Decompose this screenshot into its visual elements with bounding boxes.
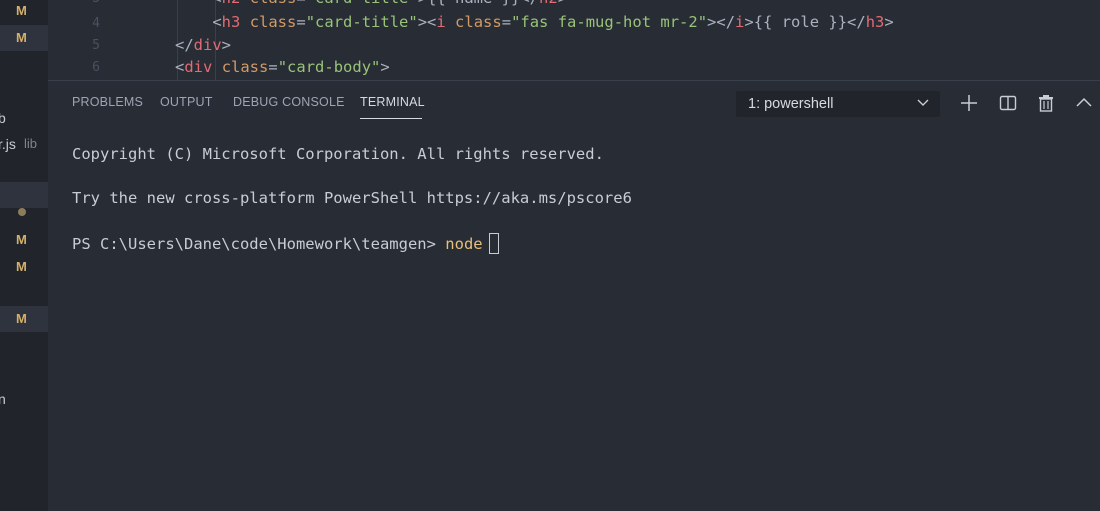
- code-token: "card-title": [306, 0, 418, 7]
- tab-debug-console[interactable]: DEBUG CONSOLE: [233, 95, 345, 109]
- code-token: class: [250, 0, 297, 7]
- tab-problems[interactable]: PROBLEMS: [72, 95, 143, 109]
- code-token: ><: [417, 13, 437, 31]
- modified-badge: M: [16, 232, 27, 247]
- code-line: </div>: [175, 36, 231, 54]
- terminal-line: Try the new cross-platform PowerShell ht…: [72, 189, 632, 207]
- code-token: ></: [707, 13, 736, 31]
- code-token: i: [735, 13, 745, 31]
- explorer-item-selected[interactable]: M: [0, 25, 48, 51]
- code-token: "card-body": [277, 58, 381, 76]
- code-token: <: [175, 58, 185, 76]
- terminal-selector-value: 1: powershell: [748, 96, 834, 112]
- code-token: "fas fa-mug-hot mr-2": [511, 13, 708, 31]
- bottom-panel: PROBLEMS OUTPUT DEBUG CONSOLE TERMINAL 1…: [48, 80, 1100, 511]
- code-token: i: [436, 13, 446, 31]
- code-line: <div class="card-body">: [175, 58, 390, 76]
- explorer-item[interactable]: M: [0, 254, 48, 280]
- folder-hint: lib: [24, 136, 38, 151]
- modified-badge: M: [16, 30, 27, 45]
- terminal-cursor: [488, 233, 499, 254]
- file-name: r.js: [0, 136, 16, 152]
- code-line: <h2 class="card-title">{{ name }}</h2>: [175, 0, 567, 7]
- terminal-command: node: [445, 235, 483, 253]
- explorer-item[interactable]: M: [0, 227, 48, 253]
- code-token: </: [175, 36, 194, 54]
- active-tab-indicator: [360, 118, 422, 119]
- code-token: =: [296, 13, 306, 31]
- explorer-item[interactable]: b: [0, 105, 48, 131]
- explorer-sidebar: M M b r.js lib M M M n: [0, 0, 48, 491]
- code-line: <h3 class="card-title"><i class="fas fa-…: [175, 13, 894, 31]
- chevron-down-icon: [917, 99, 929, 106]
- tab-terminal[interactable]: TERMINAL: [360, 95, 425, 109]
- code-token: h3: [221, 13, 241, 31]
- code-token: >{{: [418, 0, 455, 7]
- sidebar-footer: [0, 491, 48, 511]
- code-token: h2: [539, 0, 558, 7]
- code-token: <: [212, 0, 221, 7]
- terminal-prompt: PS C:\Users\Dane\code\Homework\teamgen>: [72, 235, 446, 253]
- terminal-prompt-line: PS C:\Users\Dane\code\Homework\teamgen> …: [72, 233, 499, 254]
- code-token: }}</: [492, 0, 539, 7]
- explorer-item[interactable]: M: [0, 0, 48, 24]
- file-name: n: [0, 391, 6, 407]
- trash-icon[interactable]: [1036, 93, 1056, 113]
- code-token: >: [380, 58, 390, 76]
- code-token: <: [212, 13, 222, 31]
- split-terminal-icon[interactable]: [998, 93, 1018, 113]
- code-token: =: [296, 0, 305, 7]
- code-token: "card-title": [305, 13, 418, 31]
- modified-badge: M: [16, 3, 27, 18]
- line-number: 5: [92, 38, 100, 53]
- tab-output[interactable]: OUTPUT: [160, 95, 213, 109]
- code-editor[interactable]: 3 4 5 6 <h2 class="card-title">{{ name }…: [48, 0, 1100, 80]
- chevron-up-icon[interactable]: [1074, 93, 1094, 113]
- code-token: h2: [222, 0, 241, 7]
- code-token: >{{ role }}</: [744, 13, 866, 31]
- code-token: class: [455, 13, 502, 31]
- code-token: name: [455, 0, 492, 7]
- unsaved-dot-icon: [18, 208, 26, 216]
- code-token: =: [501, 13, 512, 31]
- code-token: >: [884, 13, 894, 31]
- terminal-selector[interactable]: 1: powershell: [736, 91, 940, 117]
- line-number: 3: [48, 0, 100, 6]
- plus-icon[interactable]: [959, 93, 979, 113]
- code-token: div: [184, 58, 213, 76]
- modified-badge: M: [16, 259, 27, 274]
- panel-tab-bar: PROBLEMS OUTPUT DEBUG CONSOLE TERMINAL 1…: [48, 81, 1100, 123]
- code-token: class: [221, 58, 269, 76]
- code-token: >: [221, 36, 232, 54]
- line-number: 4: [92, 16, 100, 31]
- explorer-item-highlighted[interactable]: [0, 182, 48, 208]
- code-token: =: [268, 58, 278, 76]
- explorer-item-selected[interactable]: M: [0, 306, 48, 332]
- code-token: div: [193, 36, 222, 54]
- modified-badge: M: [16, 311, 27, 326]
- code-token: >: [558, 0, 567, 7]
- line-number: 6: [92, 60, 100, 75]
- explorer-item[interactable]: n: [0, 386, 48, 412]
- code-token: class: [249, 13, 297, 31]
- file-name: b: [0, 110, 6, 126]
- terminal-line: Copyright (C) Microsoft Corporation. All…: [72, 145, 604, 163]
- explorer-item[interactable]: r.js lib: [0, 131, 48, 157]
- code-token: h3: [865, 13, 885, 31]
